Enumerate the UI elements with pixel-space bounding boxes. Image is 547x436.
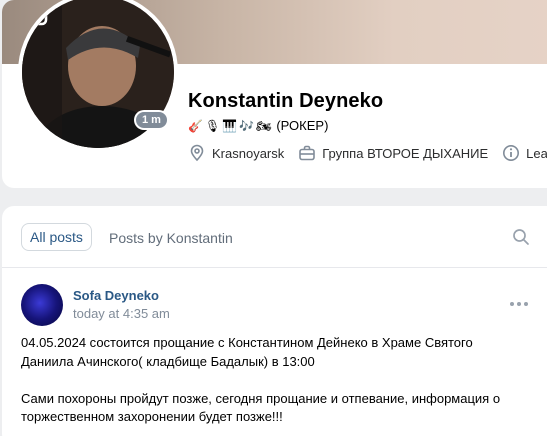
more-options-icon[interactable] bbox=[510, 302, 528, 306]
briefcase-icon bbox=[299, 145, 316, 161]
microphone-icon: 🎙 bbox=[204, 118, 221, 133]
search-icon[interactable] bbox=[512, 228, 530, 246]
wall-card: All posts Posts by Konstantin Sofa Deyne… bbox=[2, 206, 547, 436]
post-paragraph: 04.05.2024 состоится прощание с Констант… bbox=[21, 335, 473, 369]
info-icon bbox=[503, 145, 520, 161]
post-paragraph: Сами похороны пройдут позже, сегодня про… bbox=[21, 390, 501, 425]
wall-tabs: All posts Posts by Konstantin bbox=[2, 206, 547, 268]
location-pin-icon bbox=[190, 144, 204, 162]
city-info[interactable]: Krasnoyarsk bbox=[188, 144, 284, 162]
tab-posts-by-owner[interactable]: Posts by Konstantin bbox=[109, 230, 233, 246]
learn-more-info[interactable]: Learn m bbox=[502, 144, 547, 162]
piano-icon: 🎹 bbox=[222, 118, 238, 133]
profile-name: Konstantin Deyneko bbox=[188, 90, 384, 112]
learn-more-label: Learn m bbox=[526, 145, 547, 161]
post-timestamp[interactable]: today at 4:35 am bbox=[73, 306, 170, 321]
group-info[interactable]: Группа ВТОРОЕ ДЫХАНИЕ bbox=[298, 144, 488, 162]
online-badge: 1 m bbox=[134, 110, 169, 130]
city-label: Krasnoyarsk bbox=[212, 145, 285, 161]
profile-card: 1 m Konstantin Deyneko 🎸 🎙 🎹 🎶 🏍 (РОКЕР)… bbox=[2, 0, 547, 188]
guitar-icon: 🎸 bbox=[188, 118, 203, 133]
status-text: (РОКЕР) bbox=[276, 118, 329, 133]
tab-all-posts[interactable]: All posts bbox=[21, 223, 92, 251]
group-label: Группа ВТОРОЕ ДЫХАНИЕ bbox=[322, 145, 489, 161]
music-notes-icon: 🎶 bbox=[239, 118, 255, 133]
profile-status: 🎸 🎙 🎹 🎶 🏍 (РОКЕР) bbox=[188, 118, 328, 133]
lock-icon bbox=[24, 0, 48, 26]
motorcycle-icon: 🏍 bbox=[256, 118, 272, 133]
online-badge-label: 1 m bbox=[136, 112, 167, 128]
profile-info-row: Krasnoyarsk Группа ВТОРОЕ ДЫХАНИЕ Learn … bbox=[188, 144, 547, 162]
post-author-avatar[interactable] bbox=[21, 284, 63, 326]
post-author-name[interactable]: Sofa Deyneko bbox=[73, 288, 159, 303]
post-text: 04.05.2024 состоится прощание с Констант… bbox=[21, 334, 521, 436]
